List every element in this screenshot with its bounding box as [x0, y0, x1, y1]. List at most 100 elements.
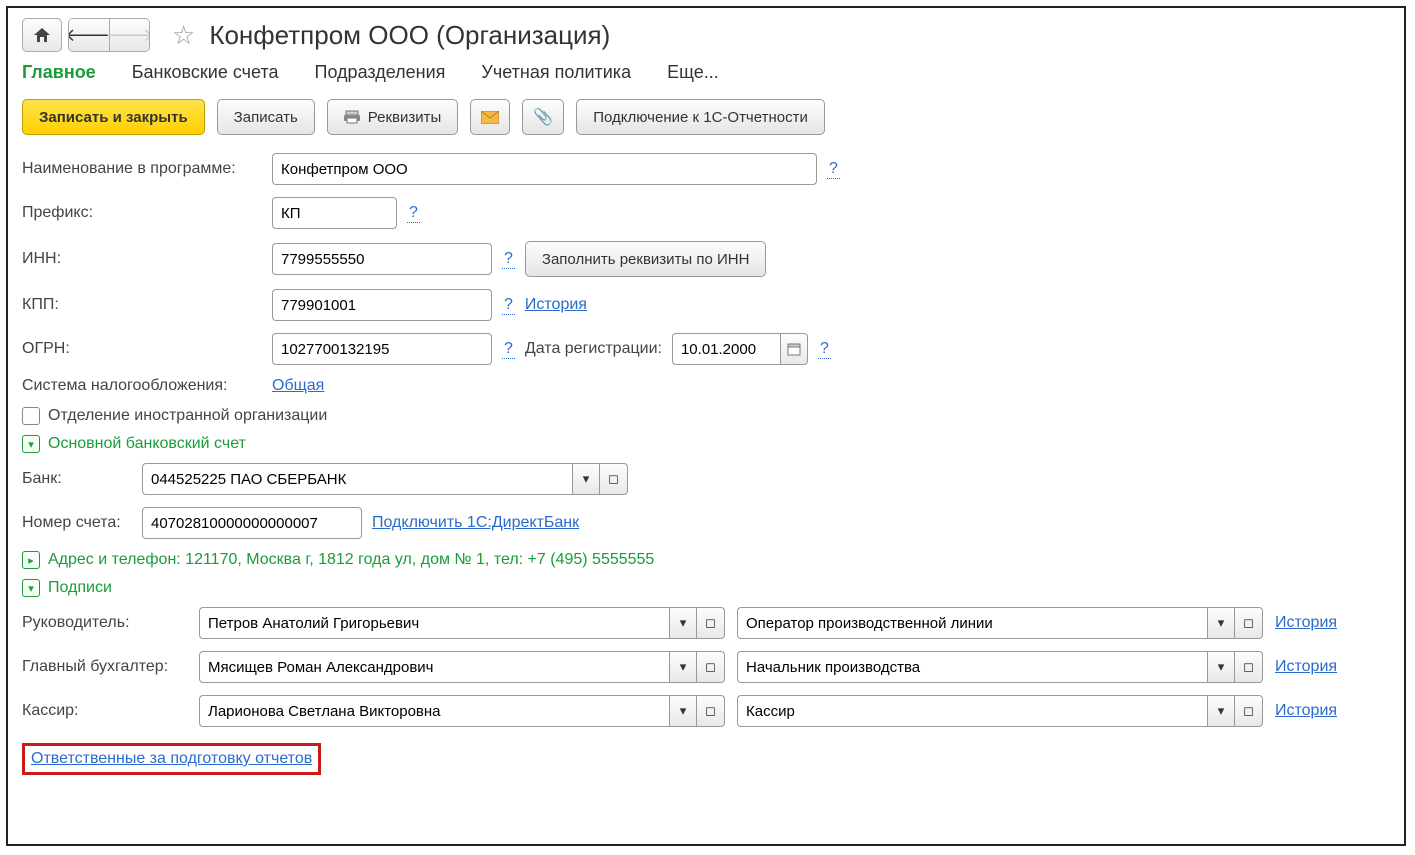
- bank-open-button[interactable]: ◻: [600, 463, 628, 495]
- help-icon[interactable]: ?: [407, 204, 420, 223]
- tab-accounting-policy[interactable]: Учетная политика: [481, 62, 631, 83]
- favorite-star-icon[interactable]: ☆: [172, 20, 195, 51]
- director-position-open[interactable]: ◻: [1235, 607, 1263, 639]
- cashier-history-link[interactable]: История: [1275, 702, 1337, 720]
- accountant-position-input[interactable]: [737, 651, 1207, 683]
- attach-button[interactable]: 📎: [522, 99, 564, 135]
- inn-label: ИНН:: [22, 250, 262, 268]
- prefix-label: Префикс:: [22, 204, 262, 222]
- accountant-history-link[interactable]: История: [1275, 658, 1337, 676]
- cashier-position-dropdown[interactable]: ▾: [1207, 695, 1235, 727]
- help-icon[interactable]: ?: [818, 340, 831, 359]
- dropdown-icon: ▾: [1218, 615, 1225, 631]
- address-section-title: Адрес и телефон: 121170, Москва г, 1812 …: [48, 551, 654, 569]
- accountant-position-dropdown[interactable]: ▾: [1207, 651, 1235, 683]
- print-icon: [344, 110, 360, 124]
- direct-bank-link[interactable]: Подключить 1С:ДиректБанк: [372, 514, 579, 532]
- help-icon[interactable]: ?: [827, 160, 840, 179]
- tab-main[interactable]: Главное: [22, 62, 96, 83]
- calendar-button[interactable]: [780, 333, 808, 365]
- page-title: Конфетпром ООО (Организация): [209, 20, 610, 51]
- cashier-person-open[interactable]: ◻: [697, 695, 725, 727]
- open-icon: ◻: [1243, 703, 1254, 719]
- director-history-link[interactable]: История: [1275, 614, 1337, 632]
- email-button[interactable]: [470, 99, 510, 135]
- open-icon: ◻: [1243, 615, 1254, 631]
- tab-bank-accounts[interactable]: Банковские счета: [132, 62, 279, 83]
- accountant-person-input[interactable]: [199, 651, 669, 683]
- cashier-person-dropdown[interactable]: ▾: [669, 695, 697, 727]
- chevron-right-icon: ▸: [28, 554, 34, 567]
- tax-system-link[interactable]: Общая: [272, 377, 324, 395]
- fill-by-inn-button[interactable]: Заполнить реквизиты по ИНН: [525, 241, 767, 277]
- save-and-close-button[interactable]: Записать и закрыть: [22, 99, 205, 135]
- paperclip-icon: 📎: [533, 107, 553, 127]
- help-icon[interactable]: ?: [502, 296, 515, 315]
- connect-1c-reporting-button[interactable]: Подключение к 1С-Отчетности: [576, 99, 825, 135]
- dropdown-icon: ▾: [583, 471, 590, 487]
- dropdown-icon: ▾: [680, 703, 687, 719]
- accountant-position-open[interactable]: ◻: [1235, 651, 1263, 683]
- tab-divisions[interactable]: Подразделения: [315, 62, 446, 83]
- save-button[interactable]: Записать: [217, 99, 315, 135]
- director-person-input[interactable]: [199, 607, 669, 639]
- bank-dropdown-button[interactable]: ▾: [572, 463, 600, 495]
- cashier-position-input[interactable]: [737, 695, 1207, 727]
- responsible-highlight: Ответственные за подготовку отчетов: [22, 743, 321, 775]
- toolbar: Записать и закрыть Записать Реквизиты 📎 …: [22, 99, 1390, 135]
- dropdown-icon: ▾: [680, 659, 687, 675]
- director-label: Руководитель:: [22, 614, 187, 632]
- chevron-down-icon: ▾: [28, 582, 34, 595]
- bank-label: Банк:: [22, 470, 132, 488]
- bank-section-toggle[interactable]: ▾: [22, 435, 40, 453]
- director-position-dropdown[interactable]: ▾: [1207, 607, 1235, 639]
- responsible-for-reports-link[interactable]: Ответственные за подготовку отчетов: [31, 750, 312, 767]
- requisites-label: Реквизиты: [368, 109, 442, 126]
- program-name-input[interactable]: [272, 153, 817, 185]
- reg-date-input[interactable]: [672, 333, 780, 365]
- inn-input[interactable]: [272, 243, 492, 275]
- prefix-input[interactable]: [272, 197, 397, 229]
- chevron-down-icon: ▾: [28, 438, 34, 451]
- cashier-position-open[interactable]: ◻: [1235, 695, 1263, 727]
- ogrn-label: ОГРН:: [22, 340, 262, 358]
- tax-system-label: Система налогообложения:: [22, 377, 262, 395]
- tab-more[interactable]: Еще...: [667, 62, 719, 83]
- home-button[interactable]: [22, 18, 62, 52]
- accountant-person-open[interactable]: ◻: [697, 651, 725, 683]
- help-icon[interactable]: ?: [502, 340, 515, 359]
- open-icon: ◻: [705, 659, 716, 675]
- account-number-label: Номер счета:: [22, 514, 132, 532]
- accountant-person-dropdown[interactable]: ▾: [669, 651, 697, 683]
- tab-bar: Главное Банковские счета Подразделения У…: [22, 62, 1390, 83]
- kpp-label: КПП:: [22, 296, 262, 314]
- kpp-input[interactable]: [272, 289, 492, 321]
- dropdown-icon: ▾: [1218, 659, 1225, 675]
- bank-input[interactable]: [142, 463, 572, 495]
- director-position-input[interactable]: [737, 607, 1207, 639]
- director-person-dropdown[interactable]: ▾: [669, 607, 697, 639]
- account-number-input[interactable]: [142, 507, 362, 539]
- nav-back-forward-group: 🡐 🡒: [68, 18, 150, 52]
- address-section-toggle[interactable]: ▸: [22, 551, 40, 569]
- home-icon: [33, 27, 51, 43]
- ogrn-input[interactable]: [272, 333, 492, 365]
- forward-button[interactable]: 🡒: [109, 19, 149, 51]
- kpp-history-link[interactable]: История: [525, 296, 587, 314]
- sign-section-toggle[interactable]: ▾: [22, 579, 40, 597]
- back-button[interactable]: 🡐: [69, 19, 109, 51]
- director-person-open[interactable]: ◻: [697, 607, 725, 639]
- foreign-org-label: Отделение иностранной организации: [48, 407, 327, 425]
- open-icon: ◻: [1243, 659, 1254, 675]
- accountant-label: Главный бухгалтер:: [22, 658, 187, 676]
- dropdown-icon: ▾: [1218, 703, 1225, 719]
- reg-date-label: Дата регистрации:: [525, 340, 662, 358]
- sign-section-title: Подписи: [48, 579, 112, 597]
- calendar-icon: [787, 342, 801, 356]
- cashier-label: Кассир:: [22, 702, 187, 720]
- cashier-person-input[interactable]: [199, 695, 669, 727]
- requisites-button[interactable]: Реквизиты: [327, 99, 459, 135]
- open-icon: ◻: [608, 471, 619, 487]
- help-icon[interactable]: ?: [502, 250, 515, 269]
- foreign-org-checkbox[interactable]: [22, 407, 40, 425]
